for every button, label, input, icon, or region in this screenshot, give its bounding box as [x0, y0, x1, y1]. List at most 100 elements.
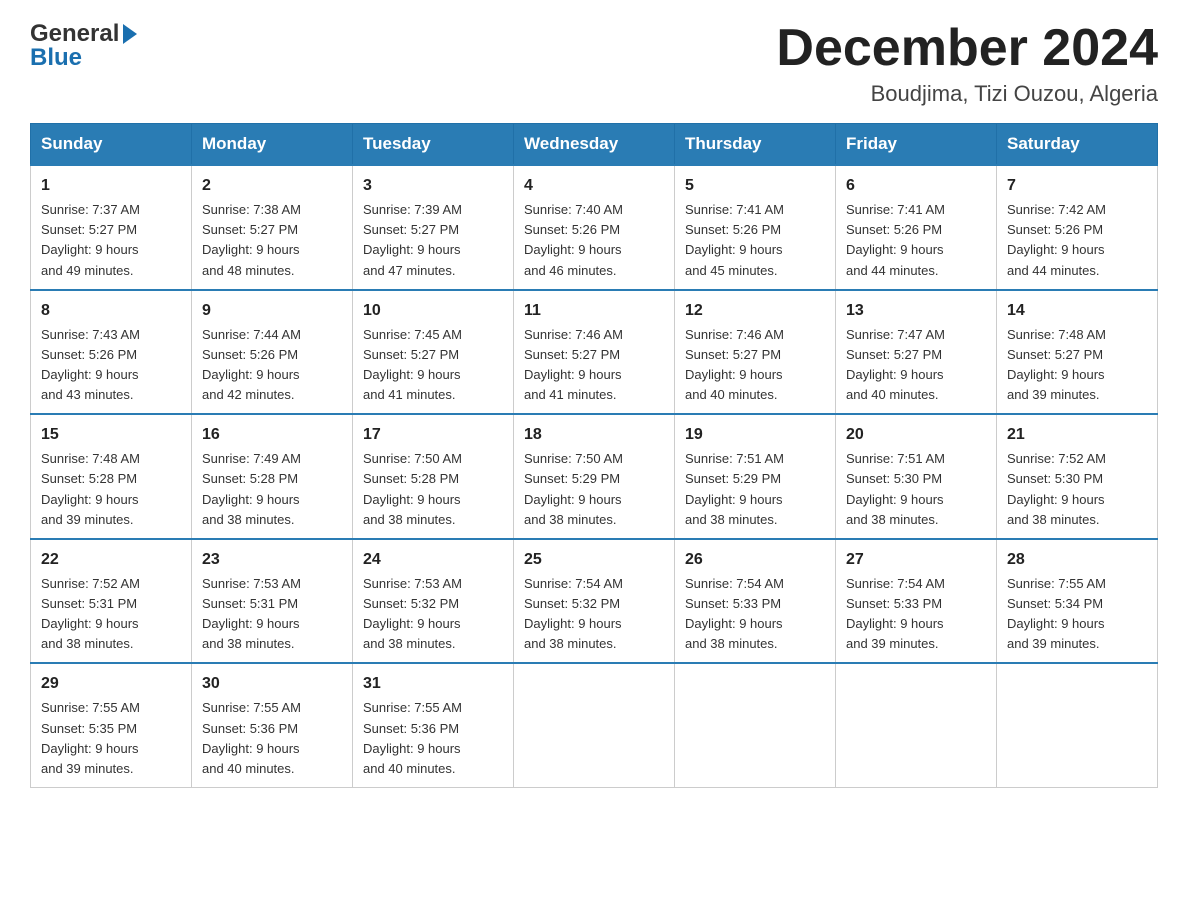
day-info: Sunrise: 7:40 AMSunset: 5:26 PMDaylight:…: [524, 202, 623, 277]
day-number: 23: [202, 548, 342, 572]
day-info: Sunrise: 7:54 AMSunset: 5:33 PMDaylight:…: [685, 576, 784, 651]
calendar-cell: [675, 663, 836, 787]
calendar-cell: 12 Sunrise: 7:46 AMSunset: 5:27 PMDayligh…: [675, 290, 836, 415]
day-info: Sunrise: 7:49 AMSunset: 5:28 PMDaylight:…: [202, 451, 301, 526]
day-number: 13: [846, 299, 986, 323]
day-number: 11: [524, 299, 664, 323]
calendar-week-row: 1 Sunrise: 7:37 AMSunset: 5:27 PMDaylight…: [31, 165, 1158, 290]
month-title: December 2024: [776, 20, 1158, 77]
day-info: Sunrise: 7:41 AMSunset: 5:26 PMDaylight:…: [846, 202, 945, 277]
day-info: Sunrise: 7:41 AMSunset: 5:26 PMDaylight:…: [685, 202, 784, 277]
day-info: Sunrise: 7:46 AMSunset: 5:27 PMDaylight:…: [524, 327, 623, 402]
calendar-week-row: 22 Sunrise: 7:52 AMSunset: 5:31 PMDayligh…: [31, 539, 1158, 664]
calendar-cell: 7 Sunrise: 7:42 AMSunset: 5:26 PMDaylight…: [997, 165, 1158, 290]
calendar-cell: 29Sunrise: 7:55 AMSunset: 5:35 PMDayligh…: [31, 663, 192, 787]
calendar-week-row: 29Sunrise: 7:55 AMSunset: 5:35 PMDayligh…: [31, 663, 1158, 787]
calendar-cell: 27 Sunrise: 7:54 AMSunset: 5:33 PMDayligh…: [836, 539, 997, 664]
calendar-cell: 2Sunrise: 7:38 AMSunset: 5:27 PMDaylight…: [192, 165, 353, 290]
calendar-header-row: SundayMondayTuesdayWednesdayThursdayFrid…: [31, 124, 1158, 166]
calendar-header-sunday: Sunday: [31, 124, 192, 166]
calendar-header-saturday: Saturday: [997, 124, 1158, 166]
day-number: 10: [363, 299, 503, 323]
day-number: 30: [202, 672, 342, 696]
day-info: Sunrise: 7:55 AMSunset: 5:36 PMDaylight:…: [363, 700, 462, 775]
calendar-cell: 22 Sunrise: 7:52 AMSunset: 5:31 PMDayligh…: [31, 539, 192, 664]
calendar-cell: 28Sunrise: 7:55 AMSunset: 5:34 PMDayligh…: [997, 539, 1158, 664]
day-number: 31: [363, 672, 503, 696]
day-number: 3: [363, 174, 503, 198]
day-number: 8: [41, 299, 181, 323]
day-info: Sunrise: 7:37 AMSunset: 5:27 PMDaylight:…: [41, 202, 140, 277]
calendar-cell: 21Sunrise: 7:52 AMSunset: 5:30 PMDayligh…: [997, 414, 1158, 539]
logo-arrow-icon: [123, 24, 137, 44]
day-info: Sunrise: 7:44 AMSunset: 5:26 PMDaylight:…: [202, 327, 301, 402]
day-info: Sunrise: 7:54 AMSunset: 5:33 PMDaylight:…: [846, 576, 945, 651]
day-number: 14: [1007, 299, 1147, 323]
day-info: Sunrise: 7:48 AMSunset: 5:28 PMDaylight:…: [41, 451, 140, 526]
calendar-week-row: 15 Sunrise: 7:48 AMSunset: 5:28 PMDayligh…: [31, 414, 1158, 539]
day-info: Sunrise: 7:42 AMSunset: 5:26 PMDaylight:…: [1007, 202, 1106, 277]
day-number: 18: [524, 423, 664, 447]
calendar-cell: 14 Sunrise: 7:48 AMSunset: 5:27 PMDayligh…: [997, 290, 1158, 415]
day-number: 25: [524, 548, 664, 572]
day-info: Sunrise: 7:52 AMSunset: 5:30 PMDaylight:…: [1007, 451, 1106, 526]
calendar-cell: [997, 663, 1158, 787]
calendar-cell: [514, 663, 675, 787]
calendar-header-friday: Friday: [836, 124, 997, 166]
day-number: 24: [363, 548, 503, 572]
day-number: 20: [846, 423, 986, 447]
calendar-cell: 19Sunrise: 7:51 AMSunset: 5:29 PMDayligh…: [675, 414, 836, 539]
day-number: 4: [524, 174, 664, 198]
day-info: Sunrise: 7:39 AMSunset: 5:27 PMDaylight:…: [363, 202, 462, 277]
calendar-cell: 31 Sunrise: 7:55 AMSunset: 5:36 PMDayligh…: [353, 663, 514, 787]
day-number: 19: [685, 423, 825, 447]
day-number: 12: [685, 299, 825, 323]
logo-line2: Blue: [30, 44, 82, 72]
day-info: Sunrise: 7:45 AMSunset: 5:27 PMDaylight:…: [363, 327, 462, 402]
day-info: Sunrise: 7:55 AMSunset: 5:36 PMDaylight:…: [202, 700, 301, 775]
calendar-cell: 13 Sunrise: 7:47 AMSunset: 5:27 PMDayligh…: [836, 290, 997, 415]
calendar-cell: 1 Sunrise: 7:37 AMSunset: 5:27 PMDaylight…: [31, 165, 192, 290]
calendar-cell: 6 Sunrise: 7:41 AMSunset: 5:26 PMDaylight…: [836, 165, 997, 290]
day-number: 16: [202, 423, 342, 447]
calendar-cell: 11 Sunrise: 7:46 AMSunset: 5:27 PMDayligh…: [514, 290, 675, 415]
calendar-header-thursday: Thursday: [675, 124, 836, 166]
day-info: Sunrise: 7:47 AMSunset: 5:27 PMDaylight:…: [846, 327, 945, 402]
calendar-cell: 16 Sunrise: 7:49 AMSunset: 5:28 PMDayligh…: [192, 414, 353, 539]
calendar-cell: 23Sunrise: 7:53 AMSunset: 5:31 PMDayligh…: [192, 539, 353, 664]
day-info: Sunrise: 7:50 AMSunset: 5:29 PMDaylight:…: [524, 451, 623, 526]
day-info: Sunrise: 7:52 AMSunset: 5:31 PMDaylight:…: [41, 576, 140, 651]
calendar-cell: 15 Sunrise: 7:48 AMSunset: 5:28 PMDayligh…: [31, 414, 192, 539]
day-info: Sunrise: 7:50 AMSunset: 5:28 PMDaylight:…: [363, 451, 462, 526]
day-info: Sunrise: 7:54 AMSunset: 5:32 PMDaylight:…: [524, 576, 623, 651]
day-info: Sunrise: 7:48 AMSunset: 5:27 PMDaylight:…: [1007, 327, 1106, 402]
day-number: 7: [1007, 174, 1147, 198]
day-number: 15: [41, 423, 181, 447]
day-info: Sunrise: 7:55 AMSunset: 5:34 PMDaylight:…: [1007, 576, 1106, 651]
calendar-cell: 26Sunrise: 7:54 AMSunset: 5:33 PMDayligh…: [675, 539, 836, 664]
calendar-header-wednesday: Wednesday: [514, 124, 675, 166]
calendar-cell: 30 Sunrise: 7:55 AMSunset: 5:36 PMDayligh…: [192, 663, 353, 787]
calendar-header-tuesday: Tuesday: [353, 124, 514, 166]
calendar-cell: 18 Sunrise: 7:50 AMSunset: 5:29 PMDayligh…: [514, 414, 675, 539]
day-number: 2: [202, 174, 342, 198]
calendar-cell: 3 Sunrise: 7:39 AMSunset: 5:27 PMDaylight…: [353, 165, 514, 290]
day-number: 22: [41, 548, 181, 572]
title-area: December 2024 Boudjima, Tizi Ouzou, Alge…: [776, 20, 1158, 107]
calendar-cell: 8Sunrise: 7:43 AMSunset: 5:26 PMDaylight…: [31, 290, 192, 415]
calendar-header-monday: Monday: [192, 124, 353, 166]
calendar-cell: 10 Sunrise: 7:45 AMSunset: 5:27 PMDayligh…: [353, 290, 514, 415]
day-info: Sunrise: 7:51 AMSunset: 5:30 PMDaylight:…: [846, 451, 945, 526]
logo: General Blue: [30, 20, 137, 72]
calendar-cell: 17Sunrise: 7:50 AMSunset: 5:28 PMDayligh…: [353, 414, 514, 539]
day-number: 6: [846, 174, 986, 198]
calendar-cell: 24 Sunrise: 7:53 AMSunset: 5:32 PMDayligh…: [353, 539, 514, 664]
day-number: 27: [846, 548, 986, 572]
day-number: 9: [202, 299, 342, 323]
day-number: 1: [41, 174, 181, 198]
day-number: 5: [685, 174, 825, 198]
day-info: Sunrise: 7:53 AMSunset: 5:32 PMDaylight:…: [363, 576, 462, 651]
day-info: Sunrise: 7:46 AMSunset: 5:27 PMDaylight:…: [685, 327, 784, 402]
calendar-cell: 9 Sunrise: 7:44 AMSunset: 5:26 PMDaylight…: [192, 290, 353, 415]
calendar-cell: 20 Sunrise: 7:51 AMSunset: 5:30 PMDayligh…: [836, 414, 997, 539]
